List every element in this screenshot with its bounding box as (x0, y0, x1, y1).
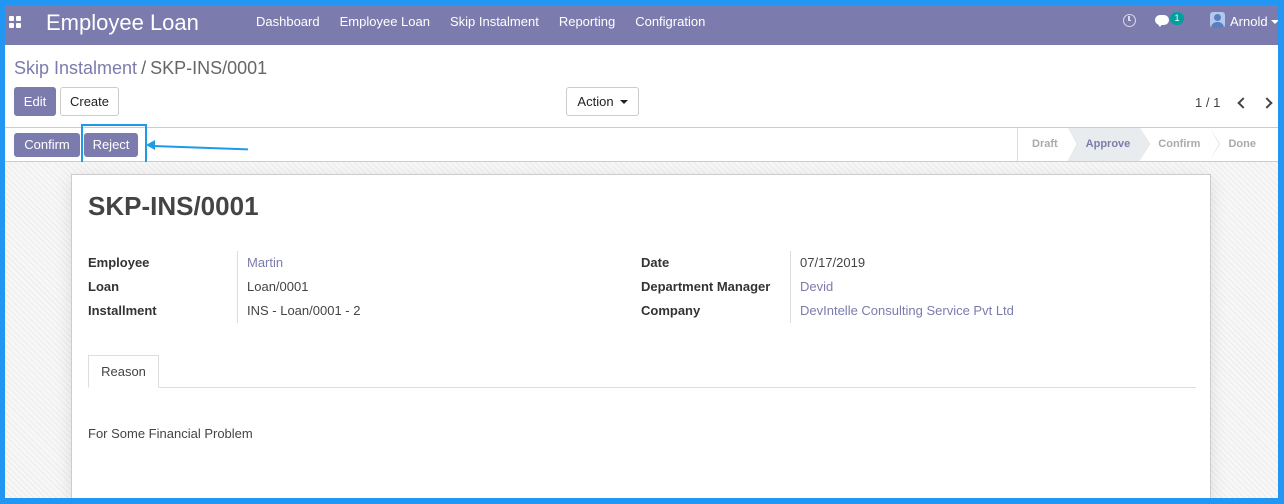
installment-value: INS - Loan/0001 - 2 (247, 303, 361, 318)
arrow-head-icon (146, 140, 155, 150)
menu-configration[interactable]: Configration (625, 5, 715, 45)
reason-text: For Some Financial Problem (88, 426, 253, 441)
tab-bar (88, 387, 1196, 388)
breadcrumb: Skip Instalment / SKP-INS/0001 (14, 58, 267, 79)
confirm-button[interactable]: Confirm (14, 133, 80, 157)
statusbar: Confirm Reject Draft Approve Confirm Don… (5, 128, 1278, 162)
action-dropdown[interactable]: Action (566, 87, 639, 116)
menu-dashboard[interactable]: Dashboard (246, 5, 330, 45)
employee-label: Employee (88, 255, 150, 270)
app-title: Employee Loan (46, 10, 199, 35)
create-button[interactable]: Create (60, 87, 119, 116)
main-menu: Dashboard Employee Loan Skip Instalment … (246, 5, 715, 45)
breadcrumb-parent[interactable]: Skip Instalment (14, 58, 137, 78)
pager-value: 1 / 1 (1195, 95, 1221, 110)
chat-count-badge: 1 (1170, 12, 1184, 25)
breadcrumb-separator: / (141, 58, 147, 78)
company-value[interactable]: DevIntelle Consulting Service Pvt Ltd (800, 303, 1014, 318)
clock-icon[interactable] (1123, 14, 1136, 27)
field-separator (790, 251, 791, 323)
action-label: Action (577, 94, 614, 109)
company-label: Company (641, 303, 701, 318)
tab-reason[interactable]: Reason (88, 355, 159, 388)
edit-button[interactable]: Edit (14, 87, 56, 116)
user-menu[interactable]: Arnold (1230, 14, 1268, 29)
avatar[interactable] (1210, 12, 1225, 28)
chevron-left-icon[interactable] (1234, 95, 1248, 111)
stage-approve[interactable]: Approve (1067, 128, 1150, 161)
menu-skip-instalment[interactable]: Skip Instalment (440, 5, 549, 45)
menu-employee-loan[interactable]: Employee Loan (330, 5, 440, 45)
breadcrumb-current: SKP-INS/0001 (150, 58, 268, 78)
caret-down-icon (619, 100, 628, 104)
top-navbar: Employee Loan Dashboard Employee Loan Sk… (5, 5, 1278, 45)
caret-down-icon[interactable] (1271, 20, 1278, 24)
stage-draft[interactable]: Draft (1017, 128, 1078, 161)
record-title: SKP-INS/0001 (88, 191, 259, 221)
highlight-box (81, 124, 147, 165)
apps-icon[interactable] (9, 16, 22, 29)
chat-icon[interactable] (1155, 15, 1169, 27)
installment-label: Installment (88, 303, 157, 318)
chevron-right-icon[interactable] (1261, 95, 1275, 111)
date-label: Date (641, 255, 670, 270)
employee-value[interactable]: Martin (247, 255, 283, 270)
department-manager-label: Department Manager (641, 279, 771, 294)
app-window: Employee Loan Dashboard Employee Loan Sk… (5, 5, 1278, 498)
menu-reporting[interactable]: Reporting (549, 5, 625, 45)
form-sheet: SKP-INS/0001 Employee Martin Loan Loan/0… (71, 174, 1211, 498)
loan-label: Loan (88, 279, 120, 294)
field-separator (237, 251, 238, 323)
date-value: 07/17/2019 (800, 255, 866, 270)
stage-confirm[interactable]: Confirm (1140, 128, 1221, 161)
department-manager-value[interactable]: Devid (800, 279, 833, 294)
stage-pipeline: Draft Approve Confirm Done (1017, 128, 1266, 161)
loan-value: Loan/0001 (247, 279, 309, 294)
